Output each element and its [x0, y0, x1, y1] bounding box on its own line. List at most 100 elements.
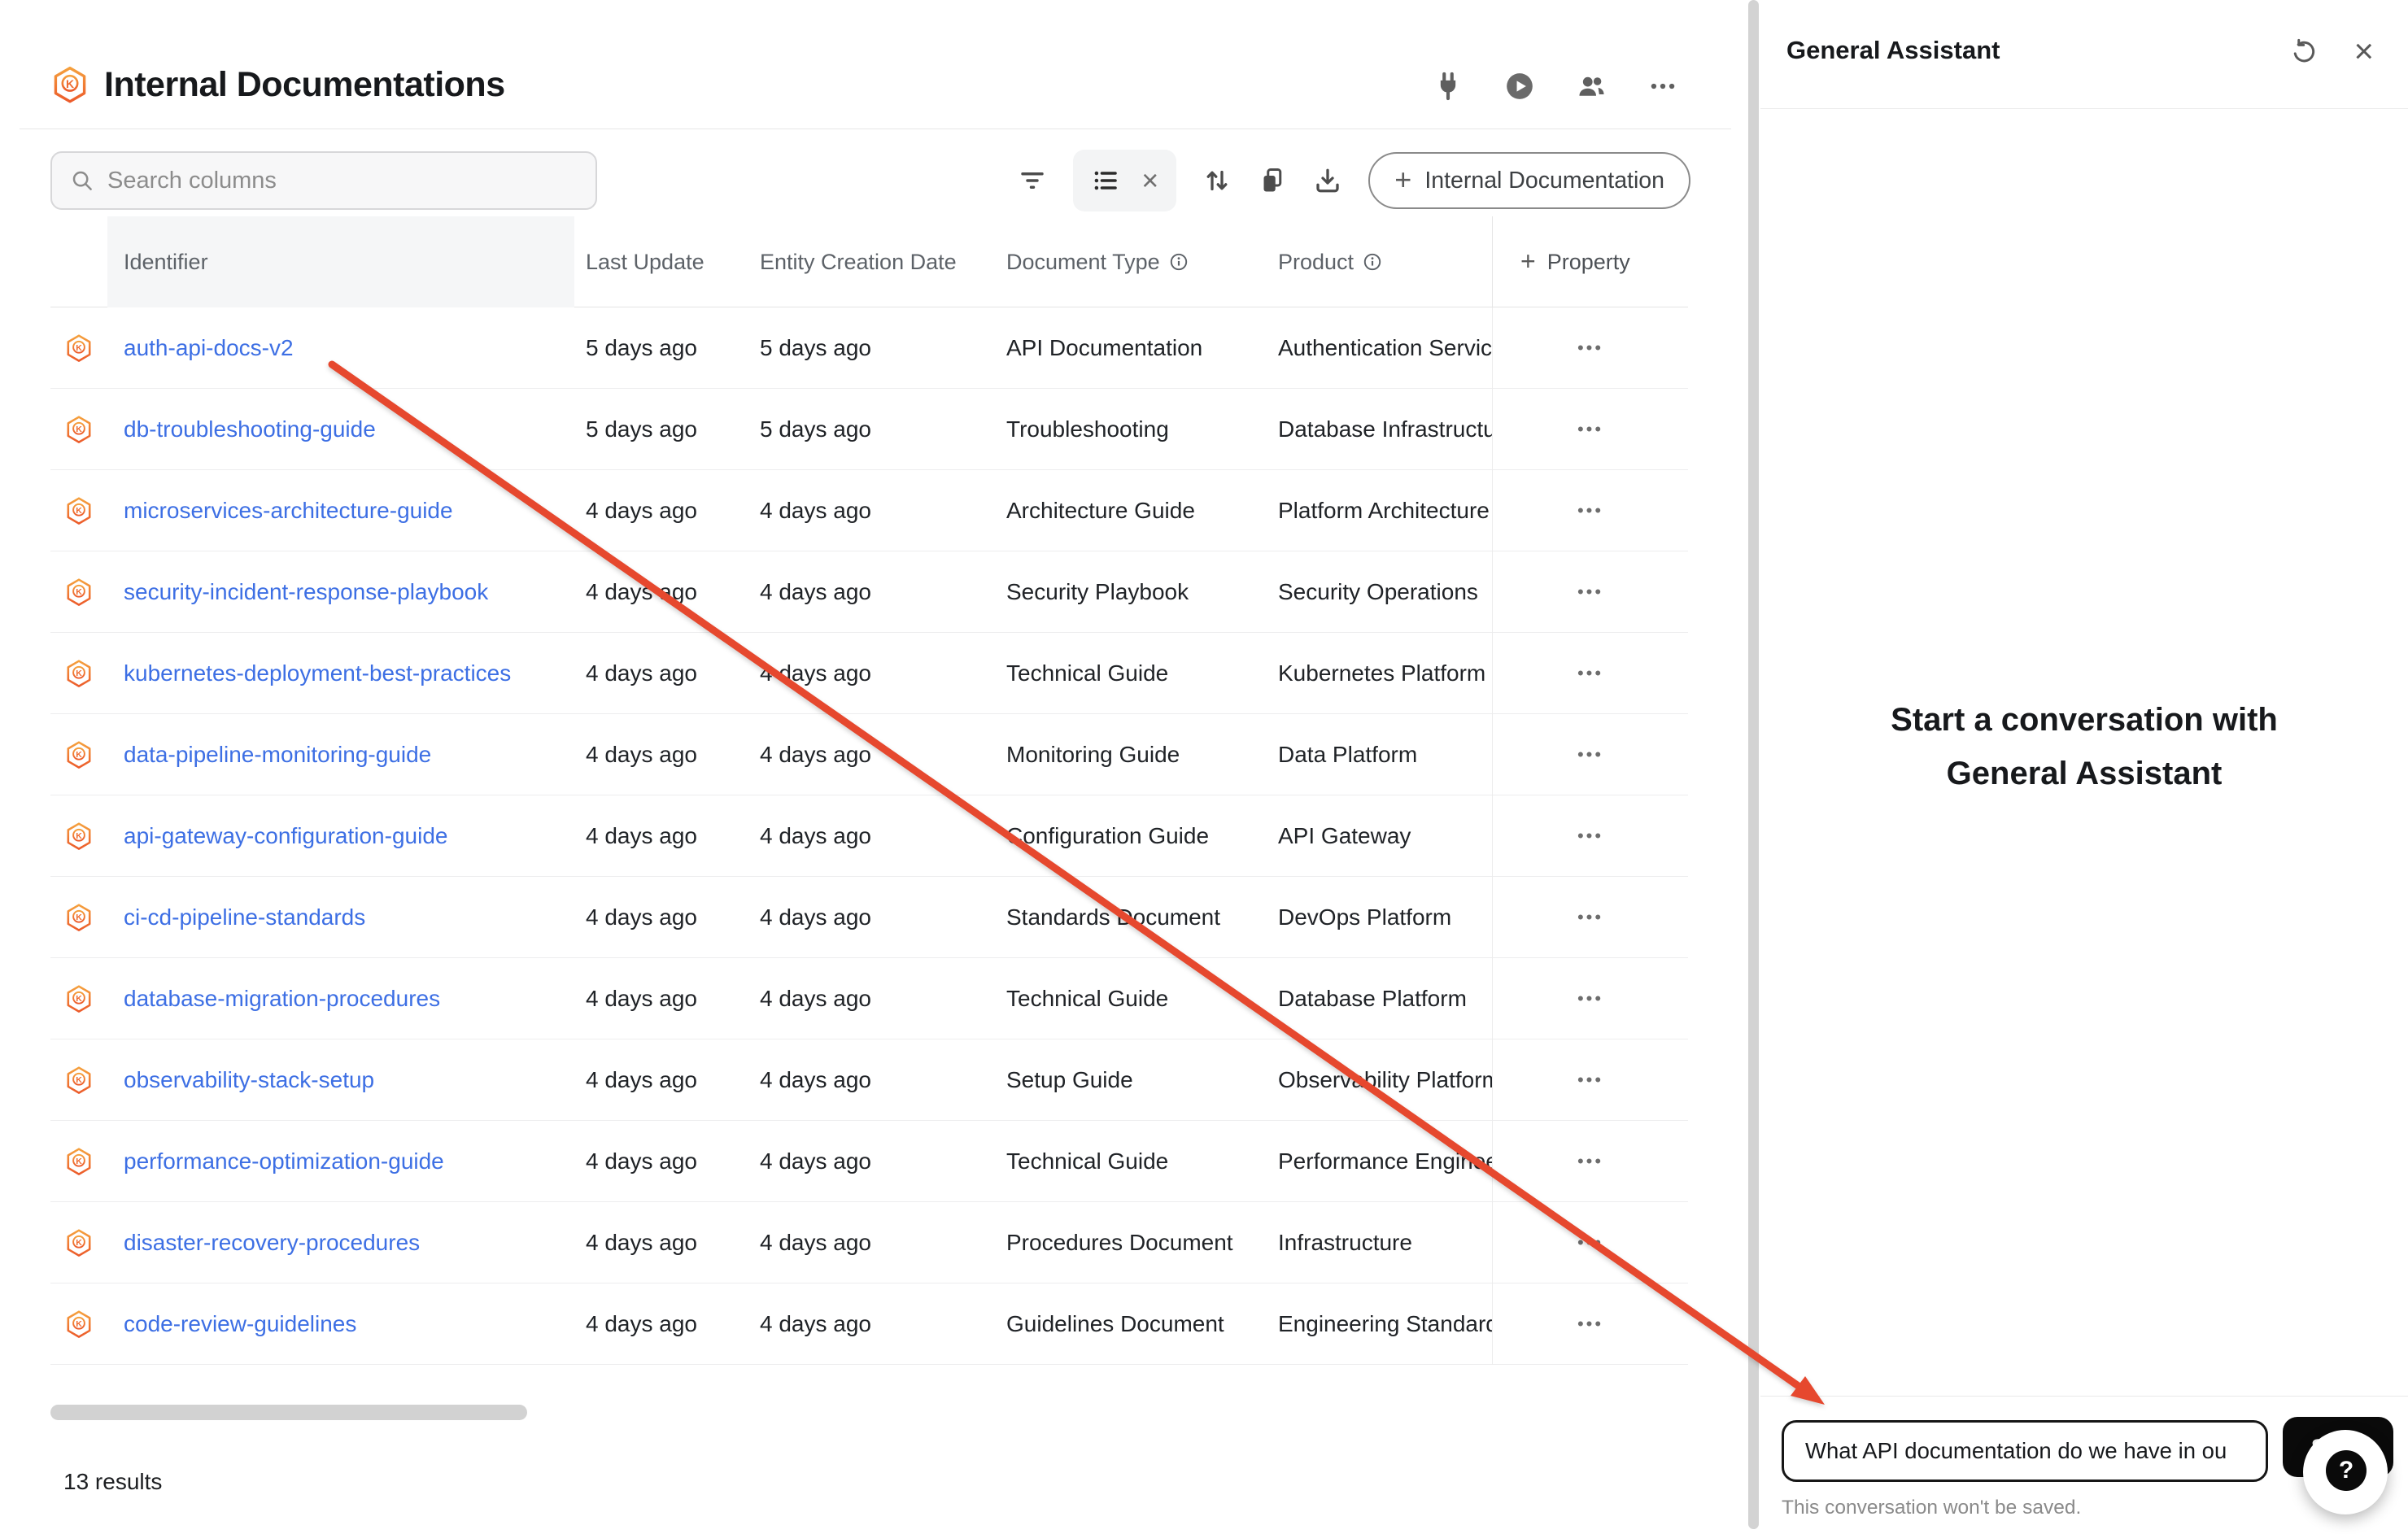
play-circle-icon[interactable]: [1503, 70, 1536, 102]
identifier-link[interactable]: auth-api-docs-v2: [124, 335, 294, 360]
product-cell: Database Infrastructure: [1267, 416, 1492, 442]
last-update-cell: 4 days ago: [574, 1148, 748, 1174]
document-type-cell: Technical Guide: [995, 1148, 1267, 1174]
info-icon[interactable]: [1362, 251, 1383, 272]
page-title: Internal Documentations: [104, 62, 505, 107]
last-update-cell: 4 days ago: [574, 986, 748, 1012]
row-actions-button[interactable]: •••: [1577, 988, 1603, 1009]
document-hexagon-icon: [64, 983, 94, 1015]
table-row[interactable]: db-troubleshooting-guide 5 days ago 5 da…: [50, 389, 1688, 470]
row-actions-button[interactable]: •••: [1577, 582, 1603, 603]
document-type-cell: Standards Document: [995, 904, 1267, 930]
column-header-entity-creation-date[interactable]: Entity Creation Date: [748, 216, 995, 307]
sort-icon[interactable]: [1202, 166, 1232, 195]
row-actions-button[interactable]: •••: [1577, 907, 1603, 928]
info-icon[interactable]: [1168, 251, 1189, 272]
close-panel-icon[interactable]: ×: [2353, 34, 2374, 68]
identifier-link[interactable]: security-incident-response-playbook: [124, 579, 488, 604]
table-row[interactable]: data-pipeline-monitoring-guide 4 days ag…: [50, 714, 1688, 795]
row-icon-cell: [50, 1227, 107, 1259]
filter-icon[interactable]: [1018, 166, 1047, 195]
plug-icon[interactable]: [1432, 70, 1464, 102]
product-cell: API Gateway: [1267, 823, 1492, 849]
table-body: auth-api-docs-v2 5 days ago 5 days ago A…: [50, 307, 1688, 1365]
row-icon-cell: [50, 820, 107, 852]
scrollbar-thumb[interactable]: [1748, 0, 1759, 1529]
table-row[interactable]: auth-api-docs-v2 5 days ago 5 days ago A…: [50, 307, 1688, 389]
list-view-icon[interactable]: [1091, 166, 1120, 195]
identifier-link[interactable]: code-review-guidelines: [124, 1311, 356, 1336]
last-update-cell: 5 days ago: [574, 335, 748, 361]
clear-view-icon[interactable]: ×: [1141, 166, 1158, 195]
row-icon-cell: [50, 657, 107, 690]
document-type-cell: Security Playbook: [995, 579, 1267, 605]
identifier-link[interactable]: microservices-architecture-guide: [124, 498, 453, 523]
row-actions-button[interactable]: •••: [1577, 663, 1603, 684]
identifier-cell: performance-optimization-guide: [107, 1148, 574, 1174]
main-vertical-scrollbar[interactable]: [1746, 0, 1760, 1534]
product-cell: Security Operations: [1267, 579, 1492, 605]
row-actions-button[interactable]: •••: [1577, 338, 1603, 359]
horizontal-scrollbar[interactable]: [50, 1405, 527, 1420]
table-row[interactable]: code-review-guidelines 4 days ago 4 days…: [50, 1283, 1688, 1365]
copy-icon[interactable]: [1258, 166, 1287, 195]
product-cell: Infrastructure: [1267, 1230, 1492, 1256]
search-input[interactable]: [107, 168, 578, 194]
table-row[interactable]: kubernetes-deployment-best-practices 4 d…: [50, 633, 1688, 714]
row-actions-button[interactable]: •••: [1577, 419, 1603, 440]
column-header-last-update[interactable]: Last Update: [574, 216, 748, 307]
identifier-link[interactable]: api-gateway-configuration-guide: [124, 823, 447, 848]
last-update-cell: 4 days ago: [574, 823, 748, 849]
chat-message-input[interactable]: [1782, 1420, 2268, 1482]
row-actions-button[interactable]: •••: [1577, 1070, 1603, 1091]
add-property-button[interactable]: + Property: [1492, 216, 1688, 307]
last-update-cell: 4 days ago: [574, 498, 748, 524]
row-actions-cell: •••: [1492, 551, 1688, 633]
document-hexagon-icon: [64, 901, 94, 934]
entity-creation-date-cell: 4 days ago: [748, 1148, 995, 1174]
identifier-link[interactable]: ci-cd-pipeline-standards: [124, 904, 365, 930]
entity-creation-date-cell: 5 days ago: [748, 335, 995, 361]
identifier-link[interactable]: kubernetes-deployment-best-practices: [124, 660, 511, 686]
row-actions-button[interactable]: •••: [1577, 1151, 1603, 1172]
identifier-link[interactable]: performance-optimization-guide: [124, 1148, 444, 1174]
document-hexagon-icon: [64, 1308, 94, 1340]
users-icon[interactable]: [1575, 70, 1608, 102]
row-icon-cell: [50, 1064, 107, 1096]
column-header-document-type[interactable]: Document Type: [995, 216, 1267, 307]
identifier-link[interactable]: observability-stack-setup: [124, 1067, 374, 1092]
identifier-link[interactable]: database-migration-procedures: [124, 986, 440, 1011]
identifier-cell: disaster-recovery-procedures: [107, 1230, 574, 1256]
table-row[interactable]: disaster-recovery-procedures 4 days ago …: [50, 1202, 1688, 1283]
table-row[interactable]: microservices-architecture-guide 4 days …: [50, 470, 1688, 551]
table-row[interactable]: observability-stack-setup 4 days ago 4 d…: [50, 1039, 1688, 1121]
document-type-cell: Setup Guide: [995, 1067, 1267, 1093]
row-actions-button[interactable]: •••: [1577, 1314, 1603, 1335]
column-header-identifier[interactable]: Identifier: [107, 216, 574, 307]
reset-conversation-icon[interactable]: [2290, 37, 2318, 65]
row-actions-button[interactable]: •••: [1577, 500, 1603, 521]
table-row[interactable]: database-migration-procedures 4 days ago…: [50, 958, 1688, 1039]
assistant-panel-actions: ×: [2290, 34, 2374, 68]
identifier-link[interactable]: data-pipeline-monitoring-guide: [124, 742, 431, 767]
identifier-link[interactable]: disaster-recovery-procedures: [124, 1230, 420, 1255]
row-actions-cell: •••: [1492, 307, 1688, 389]
more-icon[interactable]: [1647, 70, 1679, 102]
help-question-icon[interactable]: ?: [2326, 1450, 2367, 1491]
icon-column-header: [50, 216, 107, 307]
table-row[interactable]: performance-optimization-guide 4 days ag…: [50, 1121, 1688, 1202]
add-internal-documentation-button[interactable]: + Internal Documentation: [1368, 152, 1690, 209]
row-actions-button[interactable]: •••: [1577, 826, 1603, 847]
table-row[interactable]: api-gateway-configuration-guide 4 days a…: [50, 795, 1688, 877]
document-hexagon-icon: [64, 495, 94, 527]
entity-creation-date-cell: 4 days ago: [748, 660, 995, 686]
row-actions-button[interactable]: •••: [1577, 1232, 1603, 1253]
download-icon[interactable]: [1313, 166, 1342, 195]
product-cell: Database Platform: [1267, 986, 1492, 1012]
table-row[interactable]: security-incident-response-playbook 4 da…: [50, 551, 1688, 633]
identifier-link[interactable]: db-troubleshooting-guide: [124, 416, 376, 442]
row-actions-button[interactable]: •••: [1577, 744, 1603, 765]
column-header-product[interactable]: Product: [1267, 216, 1492, 307]
table-row[interactable]: ci-cd-pipeline-standards 4 days ago 4 da…: [50, 877, 1688, 958]
row-actions-cell: •••: [1492, 1039, 1688, 1121]
